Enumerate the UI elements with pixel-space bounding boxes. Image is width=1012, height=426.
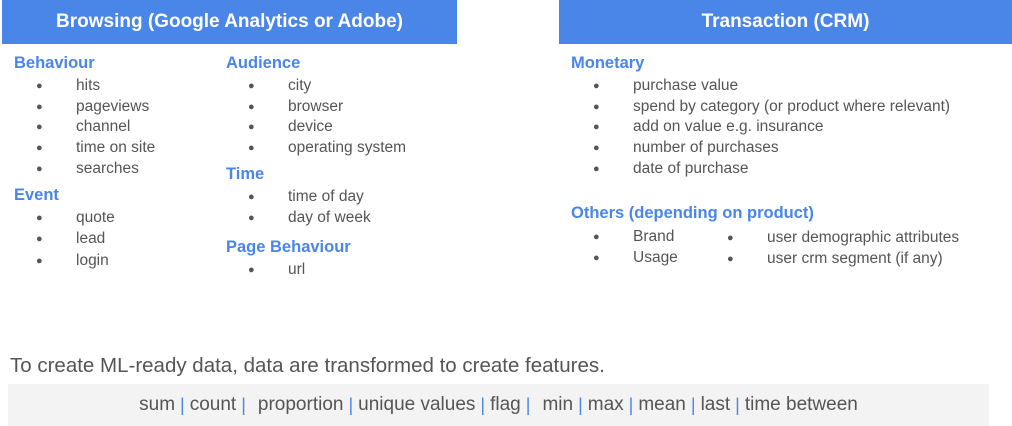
list-item: channel	[14, 117, 155, 138]
list-item: purchase value	[571, 76, 950, 97]
others-title: Others (depending on product)	[571, 204, 814, 222]
separator: |	[480, 394, 486, 415]
operations-bar: sum | count | proportion | unique values | f…	[8, 384, 989, 426]
list-item: city	[226, 76, 406, 97]
page-behaviour-title: Page Behaviour	[226, 238, 351, 256]
op-item: max	[587, 394, 624, 415]
time-list: time of day day of week	[226, 187, 371, 228]
behaviour-list: hits pageviews channel time on site sear…	[14, 76, 155, 180]
separator: |	[348, 394, 354, 415]
others-col2: user demographic attributes user crm seg…	[705, 228, 959, 269]
transaction-title: Transaction (CRM)	[701, 11, 870, 32]
list-item: hits	[14, 76, 155, 97]
audience-list: city browser device operating system	[226, 76, 406, 159]
op-item: mean	[638, 394, 686, 415]
event-title: Event	[14, 186, 59, 204]
op-item: time between	[744, 394, 858, 415]
list-item: add on value e.g. insurance	[571, 117, 950, 138]
list-item: Brand	[571, 227, 678, 248]
footer-text: To create ML-ready data, data are transf…	[10, 354, 605, 377]
list-item: url	[226, 260, 351, 281]
list-item: quote	[14, 208, 115, 229]
event-list: quote lead login	[14, 208, 115, 272]
list-item: time on site	[14, 138, 155, 159]
page-behaviour-section: Page Behaviour url	[226, 237, 351, 281]
others-list-1: Brand Usage	[571, 227, 678, 268]
list-item: user crm segment (if any)	[705, 249, 959, 270]
list-item: pageviews	[14, 97, 155, 118]
list-item: browser	[226, 97, 406, 118]
list-item: number of purchases	[571, 138, 950, 159]
list-item: time of day	[226, 187, 371, 208]
page-behaviour-list: url	[226, 260, 351, 281]
separator: |	[735, 394, 740, 415]
monetary-section: Monetary purchase value spend by categor…	[571, 53, 950, 180]
list-item: lead	[14, 229, 115, 250]
browsing-title: Browsing (Google Analytics or Adobe)	[56, 11, 403, 32]
op-item: unique values	[358, 394, 476, 415]
list-item: login	[14, 251, 115, 272]
time-title: Time	[226, 165, 265, 183]
list-item: Usage	[571, 248, 678, 269]
list-item: spend by category (or product where rele…	[571, 97, 950, 118]
separator: |	[180, 394, 185, 415]
others-list-2: user demographic attributes user crm seg…	[705, 228, 959, 269]
separator: |	[241, 394, 246, 415]
time-section: Time time of day day of week	[226, 164, 371, 228]
others-section: Others (depending on product)	[571, 203, 814, 226]
op-item: min	[542, 394, 574, 415]
op-item: count	[189, 394, 237, 415]
list-item: searches	[14, 159, 155, 180]
list-item: device	[226, 117, 406, 138]
op-item: last	[700, 394, 731, 415]
browsing-header: Browsing (Google Analytics or Adobe)	[2, 0, 457, 44]
separator: |	[628, 394, 634, 415]
separator: |	[525, 394, 531, 415]
audience-title: Audience	[226, 54, 301, 72]
list-item: day of week	[226, 208, 371, 229]
op-item: proportion	[257, 394, 344, 415]
list-item: user demographic attributes	[705, 228, 959, 249]
op-item: flag	[490, 394, 521, 415]
behaviour-section: Behaviour hits pageviews channel time on…	[14, 53, 155, 180]
monetary-title: Monetary	[571, 54, 645, 72]
separator: |	[690, 394, 696, 415]
op-item: sum	[139, 394, 176, 415]
behaviour-title: Behaviour	[14, 54, 95, 72]
list-item: operating system	[226, 138, 406, 159]
audience-section: Audience city browser device operating s…	[226, 53, 406, 159]
monetary-list: purchase value spend by category (or pro…	[571, 76, 950, 180]
event-section: Event quote lead login	[14, 185, 115, 272]
transaction-header: Transaction (CRM)	[559, 0, 1012, 44]
others-col1: Brand Usage	[571, 227, 678, 268]
list-item: date of purchase	[571, 159, 950, 180]
separator: |	[578, 394, 583, 415]
